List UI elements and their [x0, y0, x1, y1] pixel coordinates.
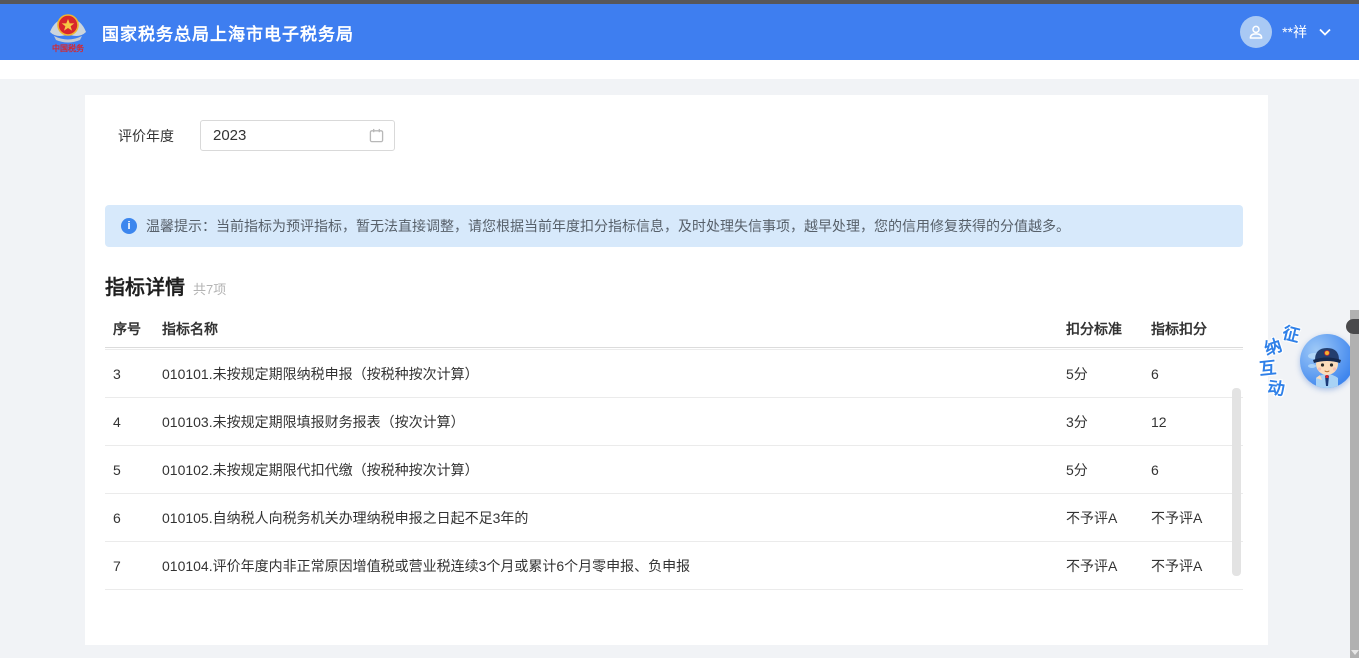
evaluation-year-value: 2023	[213, 127, 369, 144]
cell-name: 010101.未按规定期限纳税申报（按税种按次计算）	[162, 364, 1066, 384]
table-row: 6 010105.自纳税人向税务机关办理纳税申报之日起不足3年的 不予评A 不予…	[105, 494, 1243, 542]
page-scrollbar[interactable]	[1350, 310, 1359, 658]
notice-text: 温馨提示：当前指标为预评指标，暂无法直接调整，请您根据当前年度扣分指标信息，及时…	[146, 216, 1070, 236]
table-row: 4 010103.未按规定期限填报财务报表（按次计算） 3分 12	[105, 398, 1243, 446]
table-scrollbar-thumb[interactable]	[1232, 388, 1241, 576]
scrollbar-down-arrow[interactable]	[1351, 650, 1359, 655]
table-row: 3 010101.未按规定期限纳税申报（按税种按次计算） 5分 6	[105, 350, 1243, 398]
brand: 中国税务 国家税务总局上海市电子税务局	[46, 10, 354, 54]
user-name: **祥	[1282, 22, 1307, 42]
cell-standard: 5分	[1066, 364, 1151, 384]
cell-deduction: 6	[1151, 366, 1243, 382]
evaluation-year-filter: 评价年度 2023	[118, 120, 395, 151]
cell-no: 5	[105, 462, 162, 478]
tax-emblem-logo: 中国税务	[46, 10, 90, 54]
section-head: 指标详情 共7项	[105, 271, 226, 300]
cell-no: 6	[105, 510, 162, 526]
col-no: 序号	[105, 319, 162, 339]
chevron-down-icon[interactable]	[1319, 28, 1331, 36]
header-sub-strip	[0, 60, 1359, 79]
assistant-char: 动	[1266, 373, 1286, 400]
cell-name: 010102.未按规定期限代扣代缴（按税种按次计算）	[162, 460, 1066, 480]
cell-deduction: 12	[1151, 414, 1243, 430]
col-name: 指标名称	[162, 319, 1066, 339]
cell-name: 010103.未按规定期限填报财务报表（按次计算）	[162, 412, 1066, 432]
cell-deduction: 不予评A	[1151, 556, 1243, 576]
app-header: 中国税务 国家税务总局上海市电子税务局 **祥	[0, 4, 1359, 60]
calendar-icon[interactable]	[369, 128, 384, 143]
tax-officer-icon	[1300, 334, 1354, 388]
cell-no: 7	[105, 558, 162, 574]
cell-standard: 不予评A	[1066, 556, 1151, 576]
assistant-char: 征	[1280, 318, 1303, 346]
logo-caption: 中国税务	[52, 43, 85, 53]
cell-name: 010105.自纳税人向税务机关办理纳税申报之日起不足3年的	[162, 508, 1066, 528]
col-standard: 扣分标准	[1066, 319, 1151, 339]
tax-assistant-widget[interactable]: 征 纳 互 动	[1256, 312, 1356, 412]
site-title: 国家税务总局上海市电子税务局	[102, 20, 354, 45]
user-avatar[interactable]	[1240, 16, 1272, 48]
info-icon: i	[121, 218, 137, 234]
content-card: 评价年度 2023 i 温馨提示：当前指标为预评指标，暂无法直接调整，请您根据当…	[85, 95, 1268, 645]
scrollbar-collapse-handle[interactable]	[1346, 319, 1359, 334]
table-row: 5 010102.未按规定期限代扣代缴（按税种按次计算） 5分 6	[105, 446, 1243, 494]
evaluation-year-input[interactable]: 2023	[200, 120, 395, 151]
notice-banner: i 温馨提示：当前指标为预评指标，暂无法直接调整，请您根据当前年度扣分指标信息，…	[105, 205, 1243, 247]
cell-deduction: 不予评A	[1151, 508, 1243, 528]
section-title: 指标详情	[105, 271, 185, 300]
cell-standard: 3分	[1066, 412, 1151, 432]
cell-no: 3	[105, 366, 162, 382]
table-header-row: 序号 指标名称 扣分标准 指标扣分	[105, 310, 1243, 348]
evaluation-year-label: 评价年度	[118, 126, 174, 146]
cell-standard: 5分	[1066, 460, 1151, 480]
person-icon	[1247, 23, 1265, 41]
indicator-table: 序号 指标名称 扣分标准 指标扣分 3 010101.未按规定期限纳税申报（按税…	[105, 310, 1243, 590]
user-area[interactable]: **祥	[1240, 16, 1331, 48]
cell-standard: 不予评A	[1066, 508, 1151, 528]
section-count: 共7项	[193, 279, 226, 298]
cell-no: 4	[105, 414, 162, 430]
cell-name: 010104.评价年度内非正常原因增值税或营业税连续3个月或累计6个月零申报、负…	[162, 556, 1066, 576]
table-row: 7 010104.评价年度内非正常原因增值税或营业税连续3个月或累计6个月零申报…	[105, 542, 1243, 590]
col-deduction: 指标扣分	[1151, 319, 1243, 339]
assistant-avatar[interactable]	[1300, 334, 1354, 388]
cell-deduction: 6	[1151, 462, 1243, 478]
